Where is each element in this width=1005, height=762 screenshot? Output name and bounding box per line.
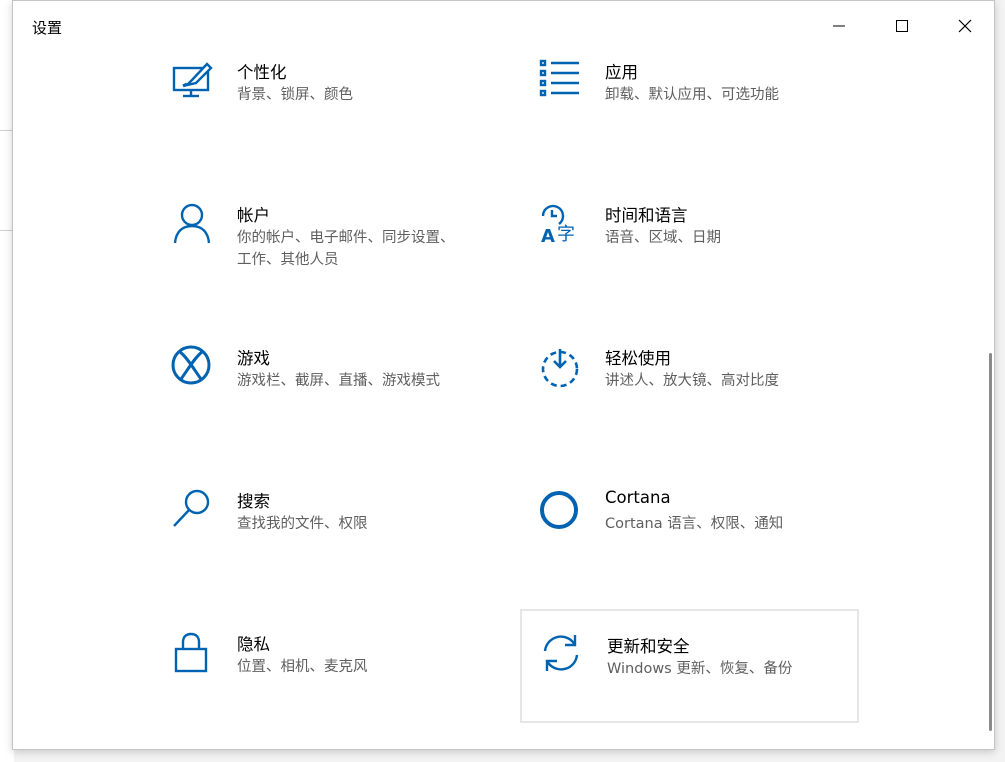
close-icon xyxy=(958,19,972,33)
close-button[interactable] xyxy=(942,1,988,51)
ease-of-access-icon xyxy=(539,345,583,389)
cortana-icon xyxy=(539,488,583,532)
tile-gaming[interactable]: 游戏 游戏栏、截屏、直播、游戏模式 xyxy=(171,345,471,457)
tile-description: 背景、锁屏、颜色 xyxy=(237,87,353,103)
tile-description: 讲述人、放大镜、高对比度 xyxy=(605,373,779,389)
tile-description: 你的帐户、电子邮件、同步设置、工作、其他人员 xyxy=(237,230,455,268)
maximize-button[interactable] xyxy=(879,1,925,51)
tile-ease-of-access[interactable]: 轻松使用 讲述人、放大镜、高对比度 xyxy=(539,345,859,457)
personalization-icon xyxy=(171,59,215,103)
tile-title: 时间和语言 xyxy=(605,206,688,225)
tile-title: 搜索 xyxy=(237,492,270,511)
title-bar[interactable]: 设置 xyxy=(13,1,994,51)
tile-description: Windows 更新、恢复、备份 xyxy=(607,661,793,677)
tile-title: 轻松使用 xyxy=(605,349,671,368)
tile-title: Cortana xyxy=(605,488,671,507)
tile-privacy[interactable]: 隐私 位置、相机、麦克风 xyxy=(171,631,471,743)
settings-window: 设置 个性化 背景、锁屏、颜色 帐户 你的帐户、电子邮件、同步设置、工作、其他人… xyxy=(12,0,995,750)
tile-description: 位置、相机、麦克风 xyxy=(237,659,368,675)
maximize-icon xyxy=(896,20,908,32)
tile-search[interactable]: 搜索 查找我的文件、权限 xyxy=(171,488,471,600)
tile-cortana[interactable]: Cortana Cortana 语言、权限、通知 xyxy=(539,488,859,600)
tile-description: 查找我的文件、权限 xyxy=(237,516,368,532)
tile-title: 更新和安全 xyxy=(607,637,690,656)
minimize-button[interactable] xyxy=(816,1,862,51)
tile-title: 帐户 xyxy=(237,206,270,225)
tile-apps[interactable]: 应用 卸载、默认应用、可选功能 xyxy=(539,59,859,171)
tile-description: 卸载、默认应用、可选功能 xyxy=(605,87,779,103)
tile-description: Cortana 语言、权限、通知 xyxy=(605,516,784,532)
tile-update-security[interactable]: 更新和安全 Windows 更新、恢复、备份 xyxy=(520,609,859,723)
tile-description: 游戏栏、截屏、直播、游戏模式 xyxy=(237,373,440,389)
tile-personalization[interactable]: 个性化 背景、锁屏、颜色 xyxy=(171,59,471,171)
apps-list-icon xyxy=(539,59,583,103)
search-icon xyxy=(171,488,215,532)
tile-time-language[interactable]: A 字 时间和语言 语音、区域、日期 xyxy=(539,202,859,314)
minimize-icon xyxy=(833,25,845,27)
tile-title: 应用 xyxy=(605,63,638,82)
xbox-icon xyxy=(171,345,215,389)
svg-text:字: 字 xyxy=(557,224,575,245)
vertical-scrollbar[interactable] xyxy=(989,353,992,731)
lock-icon xyxy=(171,631,215,675)
tile-title: 隐私 xyxy=(237,635,270,654)
update-sync-icon xyxy=(539,631,583,675)
tile-accounts[interactable]: 帐户 你的帐户、电子邮件、同步设置、工作、其他人员 xyxy=(171,202,471,314)
time-language-icon: A 字 xyxy=(539,202,583,246)
svg-text:A: A xyxy=(541,226,555,246)
tile-title: 游戏 xyxy=(237,349,270,368)
accounts-icon xyxy=(171,202,215,246)
window-title: 设置 xyxy=(32,19,63,37)
tile-title: 个性化 xyxy=(237,63,287,82)
tile-description: 语音、区域、日期 xyxy=(605,230,721,246)
